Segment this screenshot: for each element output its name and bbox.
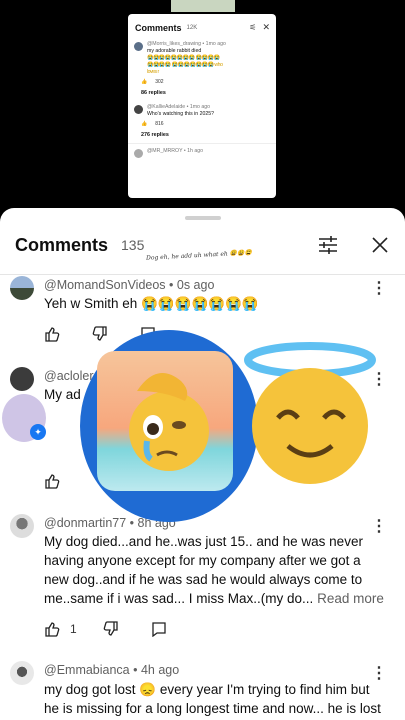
sad-face-emoji-overlay	[97, 351, 233, 491]
mini-comment-2: @KallieAdelaide • 1mo ago Who's watching…	[128, 96, 276, 118]
mini-text: my adorable rabbit died	[147, 48, 202, 54]
more-options-icon[interactable]: ⋮	[371, 278, 387, 298]
smiling-halo-emoji-overlay	[240, 338, 380, 490]
avatar[interactable]	[10, 661, 34, 685]
mini-comment-3: @MR_MRROY • 1h ago	[128, 144, 276, 158]
comment-handle[interactable]: @Emmabianca • 4h ago	[44, 663, 179, 677]
mini-like-icon: 👍	[141, 79, 148, 85]
embedded-screenshot: Comments 12K ⚟ ✕ @Morris_likes_drawing •…	[128, 14, 276, 198]
more-options-icon[interactable]: ⋮	[371, 516, 387, 536]
comment-handle[interactable]: @acloler	[44, 369, 94, 383]
dislike-icon[interactable]	[103, 621, 119, 637]
comments-count: 135	[121, 237, 145, 253]
mini-like-count: 816	[155, 121, 164, 127]
read-more-link[interactable]: Read more	[317, 591, 384, 606]
comment-actions	[44, 473, 92, 489]
mini-handle: @KallieAdelaide • 1mo ago	[147, 104, 211, 110]
tape-strip	[171, 0, 235, 12]
comment-body: My dog died...and he..was just 15.. and …	[44, 534, 363, 606]
more-options-icon[interactable]: ⋮	[371, 663, 387, 683]
mini-title: Comments	[135, 22, 182, 33]
mini-handle: @MR_MRROY • 1h ago	[147, 148, 203, 154]
mini-handle: @Morris_likes_drawing • 1mo ago	[147, 41, 226, 47]
close-icon[interactable]	[369, 234, 391, 256]
like-icon[interactable]	[44, 621, 60, 637]
mini-header: Comments 12K ⚟ ✕	[128, 14, 276, 37]
messenger-icon[interactable]: ✦	[30, 424, 46, 440]
mini-comment-1: @Morris_likes_drawing • 1mo ago my adora…	[128, 37, 276, 76]
mini-emojis: 😭😭😭😭😭😭😭😭 😭😭😭😭😭😭😭😭 😭😭😭😭😭😭😭 who loves r	[147, 55, 223, 75]
mini-text: Who's watching this in 2025?	[147, 111, 215, 117]
mini-filter-icon: ⚟	[249, 23, 257, 32]
comment-handle[interactable]: @MomandSonVideos • 0s ago	[44, 278, 214, 292]
like-icon[interactable]	[44, 326, 60, 342]
mini-actions: 👍 302	[141, 79, 276, 85]
comments-header: Comments 135	[0, 220, 405, 256]
mini-avatar	[134, 105, 143, 114]
mini-like-icon: 👍	[141, 121, 148, 127]
comment-text: My dog died...and he..was just 15.. and …	[44, 532, 384, 608]
avatar[interactable]	[10, 514, 34, 538]
mini-replies: 276 replies	[141, 132, 169, 138]
screen: Comments 12K ⚟ ✕ @Morris_likes_drawing •…	[0, 0, 405, 720]
comments-title: Comments	[15, 234, 109, 255]
avatar[interactable]	[10, 276, 34, 300]
reply-icon[interactable]	[151, 621, 167, 638]
comment-text: Yeh w Smith eh 😭😭😭😭😭😭😭	[44, 296, 259, 311]
mini-actions: 👍 816	[141, 121, 276, 127]
comment-actions: 1	[44, 621, 199, 638]
comment-text: my dog got lost 😞 every year I'm trying …	[44, 682, 381, 716]
mini-avatar	[134, 149, 143, 158]
dislike-icon[interactable]	[92, 326, 108, 342]
mini-close-icon: ✕	[262, 22, 270, 32]
mini-avatar	[134, 42, 143, 51]
like-icon[interactable]	[44, 473, 60, 489]
mini-like-count: 302	[155, 79, 164, 85]
filter-icon[interactable]	[317, 234, 339, 256]
mini-count: 12K	[186, 24, 198, 31]
like-count: 1	[70, 622, 77, 636]
avatar[interactable]	[10, 367, 34, 391]
